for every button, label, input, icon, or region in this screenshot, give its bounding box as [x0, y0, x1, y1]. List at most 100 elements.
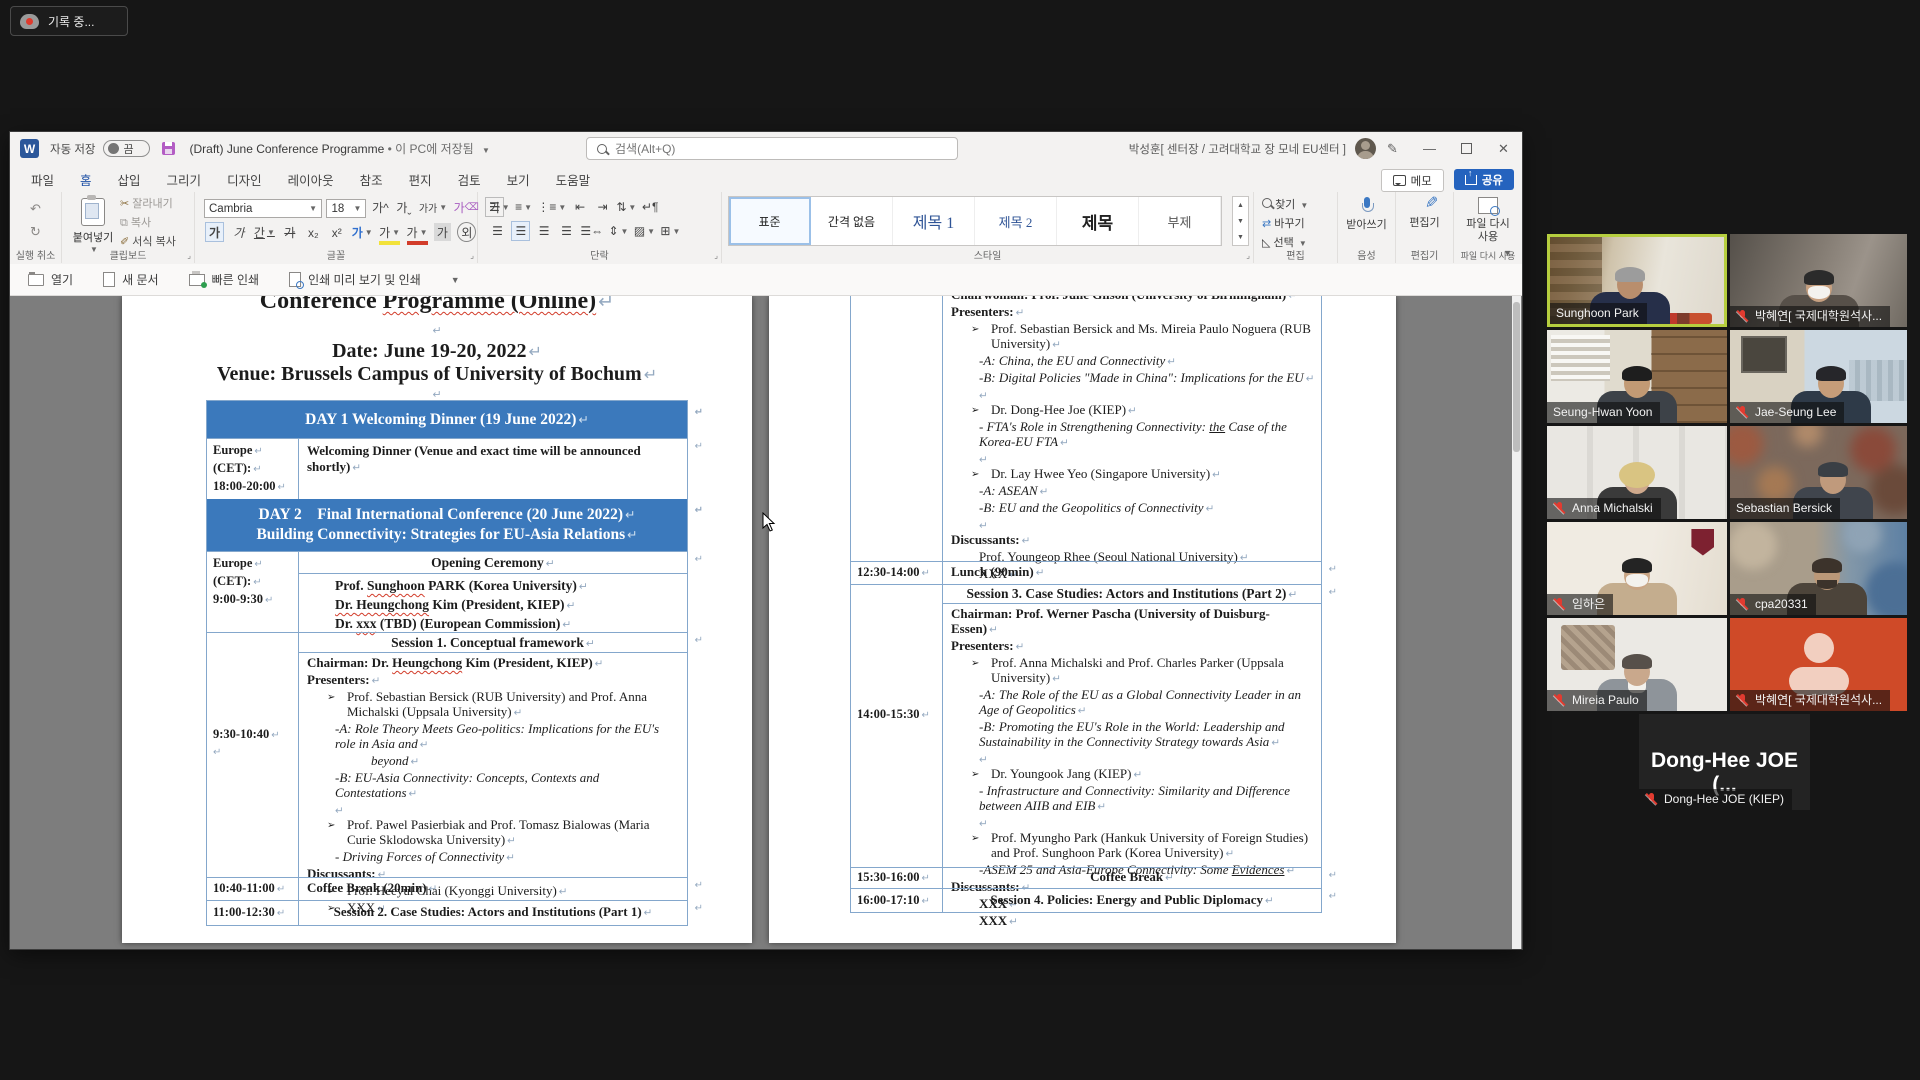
search-input[interactable]: 검색(Alt+Q)	[586, 137, 958, 160]
font-color-button[interactable]: 가▼	[407, 223, 428, 245]
scrollbar-thumb[interactable]	[1513, 302, 1520, 452]
tab-home[interactable]: 홈	[67, 165, 105, 195]
clipboard-dialog-launcher[interactable]: ⌟	[187, 251, 191, 260]
tab-layout[interactable]: 레이아웃	[275, 165, 347, 195]
share-button[interactable]: 공유	[1454, 169, 1514, 190]
participant-tile[interactable]: Mireia Paulo	[1547, 618, 1727, 711]
font-dialog-launcher[interactable]: ⌟	[470, 251, 474, 260]
tab-mailings[interactable]: 편지	[396, 165, 445, 195]
replace-button[interactable]: ⇄ 바꾸기	[1262, 215, 1337, 234]
tab-draw[interactable]: 그리기	[154, 165, 215, 195]
autosave-toggle[interactable]: 끔	[103, 140, 150, 157]
numbering-icon[interactable]: ≡▼	[515, 198, 532, 216]
enclose-char-button[interactable]: 외	[457, 222, 476, 242]
participant-tile[interactable]: cpa20331	[1730, 522, 1907, 615]
tab-insert[interactable]: 삽입	[105, 165, 154, 195]
save-icon[interactable]	[162, 142, 175, 155]
participant-tile[interactable]: 박혜연[ 국제대학원석사...	[1730, 234, 1907, 327]
participant-tile[interactable]: Anna Michalski	[1547, 426, 1727, 519]
pen-mode-icon[interactable]: ✎	[1374, 132, 1411, 165]
participant-name-label: Dong-Hee JOE (KIEP)	[1639, 789, 1792, 810]
account-area[interactable]: 박성훈[ 센터장 / 고려대학교 장 모네 EU센터 ]	[1129, 132, 1376, 165]
participant-tile[interactable]: 임하은	[1547, 522, 1727, 615]
restore-button[interactable]	[1448, 132, 1485, 165]
doc-line: - Infrastructure and Connectivity: Simil…	[951, 783, 1315, 815]
align-center-icon[interactable]: ☰	[511, 221, 530, 241]
document-page-2[interactable]: Chairwoman: Prof. Julie Gilson (Universi…	[769, 296, 1396, 943]
grow-font-icon[interactable]: 가^	[372, 198, 389, 216]
style-title[interactable]: 제목	[1057, 197, 1139, 245]
shading-icon[interactable]: ▨▼	[634, 222, 655, 240]
distribute-icon[interactable]: ☰⇔	[580, 222, 603, 240]
find-button[interactable]: 찾기 ▼	[1262, 196, 1337, 215]
style-heading1[interactable]: 제목 1	[893, 197, 975, 245]
text-effects-button[interactable]: 가▼	[352, 223, 373, 241]
style-subtitle[interactable]: 부제	[1139, 197, 1221, 245]
bullets-icon[interactable]: ☰▼	[489, 198, 510, 216]
tab-design[interactable]: 디자인	[214, 165, 275, 195]
font-name-combo[interactable]: Cambria▼	[204, 199, 322, 218]
increase-indent-icon[interactable]: ⇥	[594, 198, 611, 216]
superscript-button[interactable]: x²	[328, 224, 345, 242]
close-button[interactable]: ✕	[1485, 132, 1522, 165]
decrease-indent-icon[interactable]: ⇤	[572, 198, 589, 216]
document-title[interactable]: (Draft) June Conference Programme • 이 PC…	[190, 140, 490, 157]
highlight-button[interactable]: 가▼	[379, 223, 400, 245]
style-normal[interactable]: 표준	[729, 197, 811, 245]
bold-button[interactable]: 가	[205, 222, 224, 242]
style-no-spacing[interactable]: 간격 없음	[811, 197, 893, 245]
editor-button[interactable]: 편집기	[1396, 192, 1453, 230]
open-button[interactable]: 열기	[28, 271, 73, 288]
italic-button[interactable]: 가	[230, 223, 247, 241]
tab-file[interactable]: 파일	[18, 165, 67, 195]
print-preview-button[interactable]: 인쇄 미리 보기 및 인쇄	[289, 271, 421, 288]
align-right-icon[interactable]: ☰	[536, 222, 553, 240]
document-page-1[interactable]: Conference Programme (Online) ↵ Date: Ju…	[122, 296, 752, 943]
redo-icon[interactable]: ↻	[30, 224, 41, 240]
participant-tile[interactable]: Sunghoon Park	[1547, 234, 1727, 327]
tab-review[interactable]: 검토	[445, 165, 494, 195]
para-mark-icon[interactable]: ↵¶	[642, 198, 659, 216]
styles-scroll[interactable]: ▲▼▼	[1232, 196, 1249, 246]
shrink-font-icon[interactable]: 가ˬ	[395, 198, 412, 216]
minimize-button[interactable]: —	[1411, 132, 1448, 165]
collapse-ribbon-icon[interactable]: ▼	[1503, 248, 1512, 258]
session3-title: Session 3. Case Studies: Actors and Inst…	[943, 585, 1321, 604]
strikethrough-button[interactable]: 가	[281, 223, 298, 241]
document-scrollbar[interactable]	[1512, 296, 1521, 949]
tab-references[interactable]: 참조	[347, 165, 396, 195]
dictate-button[interactable]: 받아쓰기	[1338, 192, 1395, 232]
comments-button[interactable]: 메모	[1381, 169, 1444, 192]
char-shading-button[interactable]: 가	[434, 223, 451, 241]
tab-view[interactable]: 보기	[494, 165, 543, 195]
participant-tile[interactable]: 박혜연[ 국제대학원석사...	[1730, 618, 1907, 711]
tab-help[interactable]: 도움말	[543, 165, 604, 195]
subscript-button[interactable]: x₂	[305, 224, 322, 242]
recording-indicator[interactable]: 기록 중...	[10, 6, 128, 36]
participant-tile[interactable]: Seung-Hwan Yoon	[1547, 330, 1727, 423]
cut-button[interactable]: ✂ 잘라내기	[120, 195, 176, 214]
borders-icon[interactable]: ⊞▼	[660, 222, 680, 240]
clear-format-icon[interactable]: 가⌫	[454, 198, 479, 216]
qat-overflow-icon[interactable]: ▼	[451, 275, 460, 285]
participant-tile[interactable]: Jae-Seung Lee	[1730, 330, 1907, 423]
align-left-icon[interactable]: ☰	[489, 222, 506, 240]
font-size-combo[interactable]: 18▼	[326, 199, 366, 218]
copy-button[interactable]: ⧉ 복사	[120, 214, 176, 233]
new-document-button[interactable]: 새 문서	[103, 271, 158, 288]
paragraph-dialog-launcher[interactable]: ⌟	[714, 251, 718, 260]
window-controls: ✎ — ✕	[1374, 132, 1522, 165]
participant-tile[interactable]: Sebastian Bersick	[1730, 426, 1907, 519]
undo-icon[interactable]: ↶	[30, 201, 41, 217]
line-spacing-icon[interactable]: ⇕▼	[608, 222, 628, 240]
quick-print-button[interactable]: 빠른 인쇄	[189, 271, 260, 288]
participant-tile[interactable]: Dong-Hee JOE (... Dong-Hee JOE (KIEP)	[1639, 714, 1810, 810]
sort-icon[interactable]: ⇅▼	[616, 198, 636, 216]
change-case-icon[interactable]: 가가▼	[419, 198, 447, 216]
reuse-files-button[interactable]: 파일 다시 사용	[1454, 192, 1522, 244]
styles-dialog-launcher[interactable]: ⌟	[1246, 251, 1250, 260]
underline-button[interactable]: 간▼	[254, 223, 275, 241]
multilevel-list-icon[interactable]: ⋮≡▼	[537, 198, 566, 216]
style-heading2[interactable]: 제목 2	[975, 197, 1057, 245]
justify-icon[interactable]: ☰	[558, 222, 575, 240]
